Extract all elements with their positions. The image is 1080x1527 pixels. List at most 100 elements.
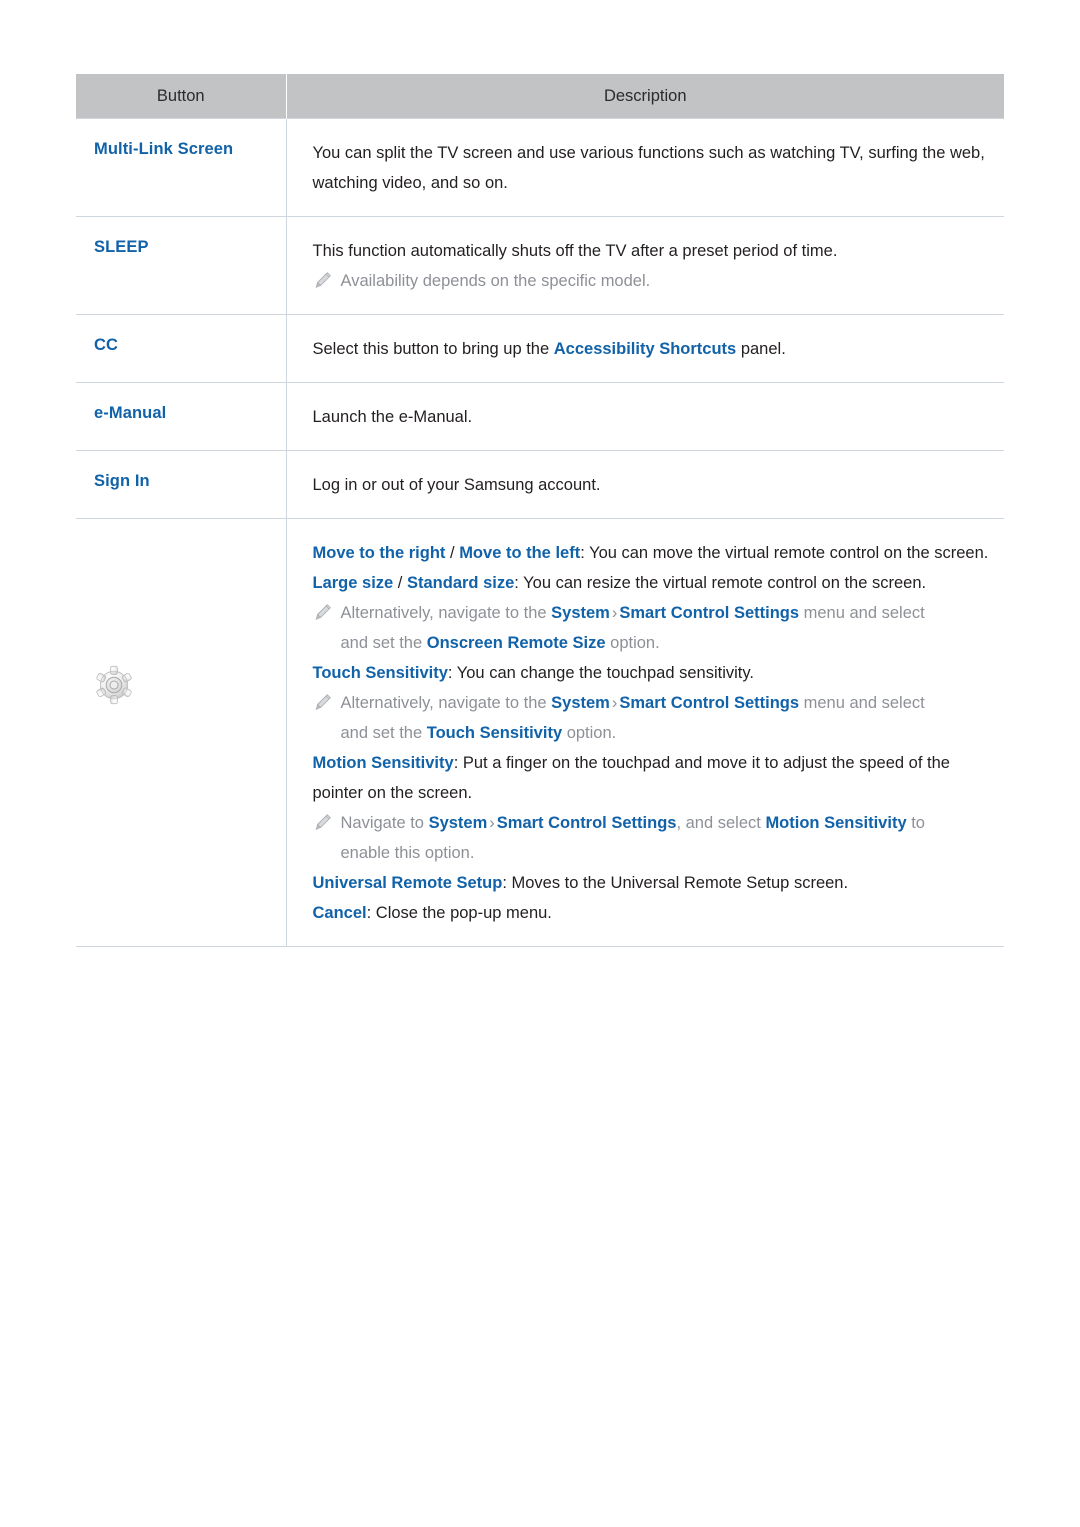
- link-standard-size[interactable]: Standard size: [407, 574, 514, 592]
- text-fragment: : Close the pop-up menu.: [366, 904, 552, 922]
- table-cell-button: CC: [76, 314, 287, 383]
- text-fragment: /: [445, 544, 460, 562]
- description-onscreen-remote-options: Move to the right / Move to the left: Yo…: [287, 519, 1005, 946]
- description-sleep: This function automatically shuts off th…: [287, 217, 1005, 314]
- pencil-icon: [315, 272, 331, 288]
- chevron-right-icon: ›: [489, 814, 495, 832]
- text-fragment: /: [393, 574, 407, 592]
- note-line-continued: and set the Touch Sensitivity option.: [313, 718, 991, 748]
- column-header-description: Description: [286, 74, 1004, 119]
- note-text: option.: [605, 634, 660, 652]
- pencil-icon: [315, 694, 331, 710]
- note-text: and set the: [340, 724, 427, 742]
- note-text: option.: [562, 724, 617, 742]
- note-text: menu and select: [799, 694, 925, 712]
- link-onscreen-remote-size[interactable]: Onscreen Remote Size: [427, 634, 606, 652]
- note-line: Alternatively, navigate to the System › Sm…: [313, 598, 991, 628]
- gear-icon[interactable]: [94, 665, 134, 705]
- pencil-icon: [315, 814, 331, 830]
- link-move-to-the-left[interactable]: Move to the left: [459, 544, 580, 562]
- chevron-right-icon: ›: [611, 604, 618, 622]
- table-cell-button: Multi-Link Screen: [76, 118, 287, 217]
- note-line-continued: enable this option.: [340, 844, 475, 862]
- note-line: Alternatively, navigate to the System › Sm…: [313, 688, 991, 718]
- note-text: Alternatively, navigate to the: [340, 604, 552, 622]
- note-text: , and select: [676, 814, 766, 832]
- link-smart-control-settings[interactable]: Smart Control Settings: [619, 694, 799, 712]
- table-row: SLEEP This function automatically shuts …: [76, 216, 1005, 315]
- description-multi-link-screen: You can split the TV screen and use vari…: [287, 119, 1005, 216]
- description-text: You can split the TV screen and use vari…: [312, 144, 985, 192]
- link-large-size[interactable]: Large size: [313, 574, 394, 592]
- table-cell-description: Select this button to bring up the Acces…: [286, 314, 1005, 383]
- table-row: Multi-Link Screen You can split the TV s…: [76, 118, 1005, 217]
- description-move: Move to the right / Move to the left: Yo…: [313, 538, 991, 568]
- description-text: Log in or out of your Samsung account.: [312, 476, 601, 494]
- button-label-sign-in[interactable]: Sign In: [76, 451, 286, 511]
- text-fragment: : You can move the virtual remote contro…: [580, 544, 989, 562]
- note-text: to: [906, 814, 925, 832]
- table-cell-button: e-Manual: [76, 382, 287, 451]
- table-cell-description: You can split the TV screen and use vari…: [286, 118, 1005, 217]
- note-text: and set the: [340, 634, 427, 652]
- column-header-button: Button: [76, 74, 287, 119]
- button-label-e-manual[interactable]: e-Manual: [76, 383, 286, 443]
- link-motion-sensitivity[interactable]: Motion Sensitivity: [313, 754, 454, 772]
- text-fragment: : You can change the touchpad sensitivit…: [447, 664, 754, 682]
- description-size: Large size / Standard size: You can resi…: [313, 568, 991, 598]
- description-motion-sensitivity: Motion Sensitivity: Put a finger on the …: [313, 748, 991, 808]
- description-e-manual: Launch the e-Manual.: [287, 383, 1005, 450]
- text-fragment: Select this button to bring up the: [312, 340, 554, 358]
- table-cell-description: Log in or out of your Samsung account.: [286, 450, 1005, 519]
- note-text: menu and select: [799, 604, 925, 622]
- table-body: Multi-Link Screen You can split the TV s…: [76, 118, 1005, 947]
- link-system[interactable]: System: [551, 604, 610, 622]
- link-cancel[interactable]: Cancel: [313, 904, 367, 922]
- text-fragment: : You can resize the virtual remote cont…: [514, 574, 927, 592]
- description-text: Launch the e-Manual.: [312, 408, 473, 426]
- link-accessibility-shortcuts[interactable]: Accessibility Shortcuts: [554, 340, 736, 358]
- button-label-multi-link-screen[interactable]: Multi-Link Screen: [76, 119, 286, 179]
- button-label-cc[interactable]: CC: [76, 315, 286, 375]
- table-cell-description: Move to the right / Move to the left: Yo…: [286, 518, 1005, 947]
- link-system[interactable]: System: [429, 814, 488, 832]
- link-motion-sensitivity[interactable]: Motion Sensitivity: [765, 814, 906, 832]
- table-row: e-Manual Launch the e-Manual.: [76, 382, 1005, 451]
- link-universal-remote-setup[interactable]: Universal Remote Setup: [313, 874, 503, 892]
- link-touch-sensitivity[interactable]: Touch Sensitivity: [427, 724, 562, 742]
- note-text: Navigate to: [340, 814, 429, 832]
- table-cell-button: Sign In: [76, 450, 287, 519]
- button-label-sleep[interactable]: SLEEP: [76, 217, 286, 277]
- table-row: CC Select this button to bring up the Ac…: [76, 314, 1005, 383]
- description-cancel: Cancel: Close the pop-up menu.: [313, 898, 991, 928]
- text-fragment: panel.: [736, 340, 786, 358]
- note-line-continued: and set the Onscreen Remote Size option.: [313, 628, 991, 658]
- description-cc: Select this button to bring up the Acces…: [287, 315, 1005, 382]
- link-move-to-the-right[interactable]: Move to the right: [313, 544, 446, 562]
- table-cell-description: Launch the e-Manual.: [286, 382, 1005, 451]
- manual-page: Button Description Multi-Link Screen You…: [0, 0, 1080, 1527]
- table-cell-button: [76, 518, 287, 947]
- description-touch-sensitivity: Touch Sensitivity: You can change the to…: [313, 658, 991, 688]
- table-header-row: Button Description: [76, 74, 1004, 119]
- link-system[interactable]: System: [551, 694, 610, 712]
- table-cell-button: SLEEP: [76, 216, 287, 315]
- note-line: Navigate to System › Smart Control Setting…: [313, 808, 991, 838]
- table-header: Button Description: [76, 74, 1004, 119]
- table-cell-description: This function automatically shuts off th…: [286, 216, 1005, 315]
- link-smart-control-settings[interactable]: Smart Control Settings: [619, 604, 799, 622]
- text-fragment: : Moves to the Universal Remote Setup sc…: [502, 874, 849, 892]
- description-universal-remote-setup: Universal Remote Setup: Moves to the Uni…: [313, 868, 991, 898]
- description-sign-in: Log in or out of your Samsung account.: [287, 451, 1005, 518]
- link-touch-sensitivity[interactable]: Touch Sensitivity: [313, 664, 448, 682]
- pencil-icon: [315, 604, 331, 620]
- button-description-table-wrapper: Button Description Multi-Link Screen You…: [76, 74, 1004, 947]
- button-description-table: Button Description Multi-Link Screen You…: [76, 74, 1004, 947]
- description-text: This function automatically shuts off th…: [312, 242, 838, 260]
- table-row: Sign In Log in or out of your Samsung ac…: [76, 450, 1005, 519]
- note-line: Availability depends on the specific mod…: [313, 266, 991, 296]
- note-text: Alternatively, navigate to the: [340, 694, 552, 712]
- link-smart-control-settings[interactable]: Smart Control Settings: [497, 814, 677, 832]
- chevron-right-icon: ›: [611, 694, 618, 712]
- description-text: Select this button to bring up the Acces…: [313, 334, 991, 364]
